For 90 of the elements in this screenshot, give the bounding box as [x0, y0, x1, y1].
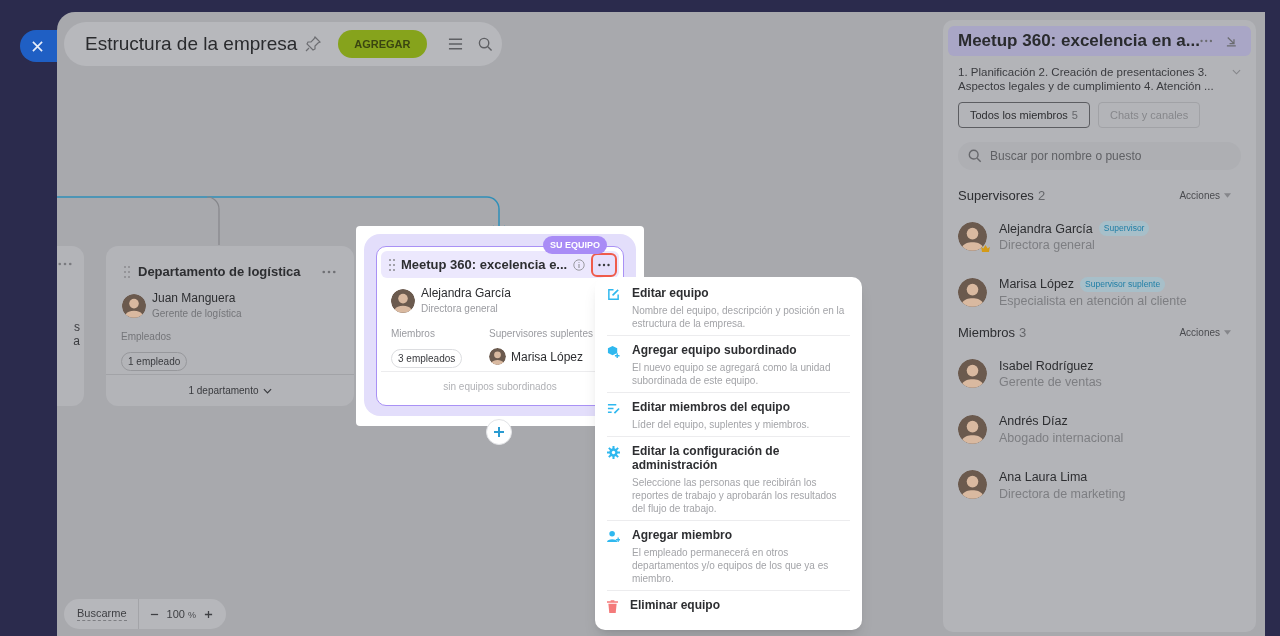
person-name: Alejandra García: [999, 220, 1093, 238]
trash-icon: [607, 600, 618, 613]
menu-item-title: Agregar equipo subordinado: [632, 343, 798, 357]
menu-item[interactable]: Editar miembros del equipo Líder del equipo, suplentes y miembros.: [607, 397, 850, 437]
menu-item[interactable]: Agregar miembro El empleado permanecerá en otros departamentos y/o equipos de los que ya es miembro.: [607, 525, 850, 591]
empty-subteams-text: sin equipos subordinados: [443, 380, 557, 394]
role-badge: Supervisor suplente: [1080, 277, 1166, 293]
team-badge: SU EQUIPO: [543, 236, 607, 254]
person-name: Andrés Díaz: [999, 413, 1068, 431]
menu-item-title: Editar la configuración de administración: [632, 444, 781, 472]
tab-count: 5: [1071, 107, 1078, 123]
drag-handle-icon[interactable]: [124, 265, 130, 278]
info-icon[interactable]: [573, 258, 586, 271]
team-description: 1. Planificación 2. Creación de presentaciones 3. Aspectos legales y de cumplimiento 4. Atención ...: [958, 65, 1215, 93]
caret-icon: [1224, 330, 1231, 336]
search-field[interactable]: Buscar por nombre o puesto: [958, 142, 1241, 170]
more-button[interactable]: [591, 252, 617, 277]
menu-item-description: Nombre del equipo, descripción y posición en la estructura de la empresa.: [632, 304, 846, 330]
panel-tab[interactable]: Todos los miembros 5: [958, 102, 1090, 128]
menu-item-description: El nuevo equipo se agregará como la unidad subordinada de este equipo.: [632, 361, 832, 387]
menu-item-description: Seleccione las personas que recibirán los reportes de trabajo y aprobarán los resultados del flujo de trabajo.: [632, 476, 838, 515]
card-title: Meetup 360: excelencia e...: [401, 255, 568, 274]
menu-icon[interactable]: [447, 38, 463, 50]
menu-item-description: Líder del equipo, suplentes y miembros.: [632, 418, 810, 431]
more-icon: [598, 262, 611, 267]
zoom-value: 100: [166, 606, 185, 622]
avatar: [958, 414, 987, 444]
pin-icon[interactable]: [305, 36, 322, 52]
card-text: s: [74, 320, 80, 334]
avatar: [489, 348, 506, 365]
person-name: Marisa López: [511, 348, 584, 366]
person-name: Ana Laura Lima: [999, 469, 1088, 486]
field-label: Miembros: [391, 327, 436, 341]
card-text: a: [73, 334, 80, 348]
panel-title: Meetup 360: excelencia en a...: [958, 30, 1200, 53]
zoom-in-icon[interactable]: [203, 609, 213, 619]
person-name: Juan Manguera: [152, 290, 237, 306]
person-plus-icon: [607, 530, 620, 543]
edit-icon: [607, 288, 620, 301]
subunits-link[interactable]: 1 departamento: [188, 383, 259, 398]
search-icon[interactable]: [477, 36, 493, 52]
avatar: [958, 221, 987, 251]
find-me-link[interactable]: Buscarme: [77, 607, 127, 621]
menu-item[interactable]: Eliminar equipo: [607, 595, 850, 618]
menu-item[interactable]: Editar la configuración de administración Seleccione las personas que recibirán los reportes de trabajo y aprobarán los resultados del flujo de trabajo.: [607, 441, 850, 521]
more-icon[interactable]: [322, 269, 336, 274]
add-button[interactable]: AGREGAR: [338, 30, 427, 58]
avatar: [122, 293, 146, 318]
zoom-unit: %: [187, 608, 196, 622]
person-role: Directora general: [421, 302, 499, 316]
field-label: Supervisores suplentes: [489, 327, 594, 341]
menu-item-title: Editar miembros del equipo: [632, 400, 792, 414]
avatar: [958, 470, 987, 500]
page-title: Estructura de la empresa: [85, 31, 298, 56]
person-name: Alejandra García: [421, 286, 512, 301]
settings-icon: [607, 446, 620, 459]
person-role: Gerente de logística: [152, 306, 242, 321]
list-edit-icon: [607, 402, 620, 415]
plus-icon: [493, 426, 505, 438]
menu-item[interactable]: Agregar equipo subordinado El nuevo equipo se agregará como la unidad subordinada de este equipo.: [607, 340, 850, 393]
close-button[interactable]: [20, 30, 57, 62]
caret-icon: [1224, 193, 1231, 199]
menu-item-description: El empleado permanecerá en otros departamentos y/o equipos de los que ya es miembro.: [632, 546, 830, 585]
menu-item-title: Eliminar equipo: [630, 598, 720, 612]
actions-dropdown[interactable]: Acciones: [1179, 325, 1231, 341]
chevron-down-icon[interactable]: [262, 387, 272, 394]
menu-item-title: Agregar miembro: [632, 528, 734, 542]
person-name: Isabel Rodríguez: [999, 357, 1094, 375]
section-count: 3: [1019, 324, 1027, 342]
card-title: Departamento de logística: [138, 263, 301, 281]
section-title: Miembros: [958, 324, 1016, 342]
menu-item-title: Editar equipo: [632, 286, 710, 300]
section-count: 2: [1037, 187, 1046, 205]
person-name: Marisa López: [999, 276, 1075, 294]
menu-item[interactable]: Editar equipo Nombre del equipo, descripción y posición en la estructura de la empresa.: [607, 283, 850, 336]
more-icon[interactable]: [58, 262, 72, 266]
more-icon[interactable]: [1199, 39, 1213, 43]
search-icon: [968, 149, 982, 163]
avatar: [958, 277, 987, 307]
cube-plus-icon: [607, 345, 620, 358]
avatar: [958, 358, 987, 388]
role-badge: Supervisor: [1098, 221, 1150, 237]
collapse-icon[interactable]: [1226, 35, 1237, 47]
expand-icon[interactable]: [1232, 69, 1241, 75]
field-label: Empleados: [120, 329, 173, 344]
actions-dropdown[interactable]: Acciones: [1179, 188, 1231, 204]
close-icon: [32, 40, 43, 52]
avatar: [391, 289, 415, 313]
drag-handle-icon[interactable]: [389, 258, 395, 271]
section-title: Supervisores: [958, 187, 1034, 205]
